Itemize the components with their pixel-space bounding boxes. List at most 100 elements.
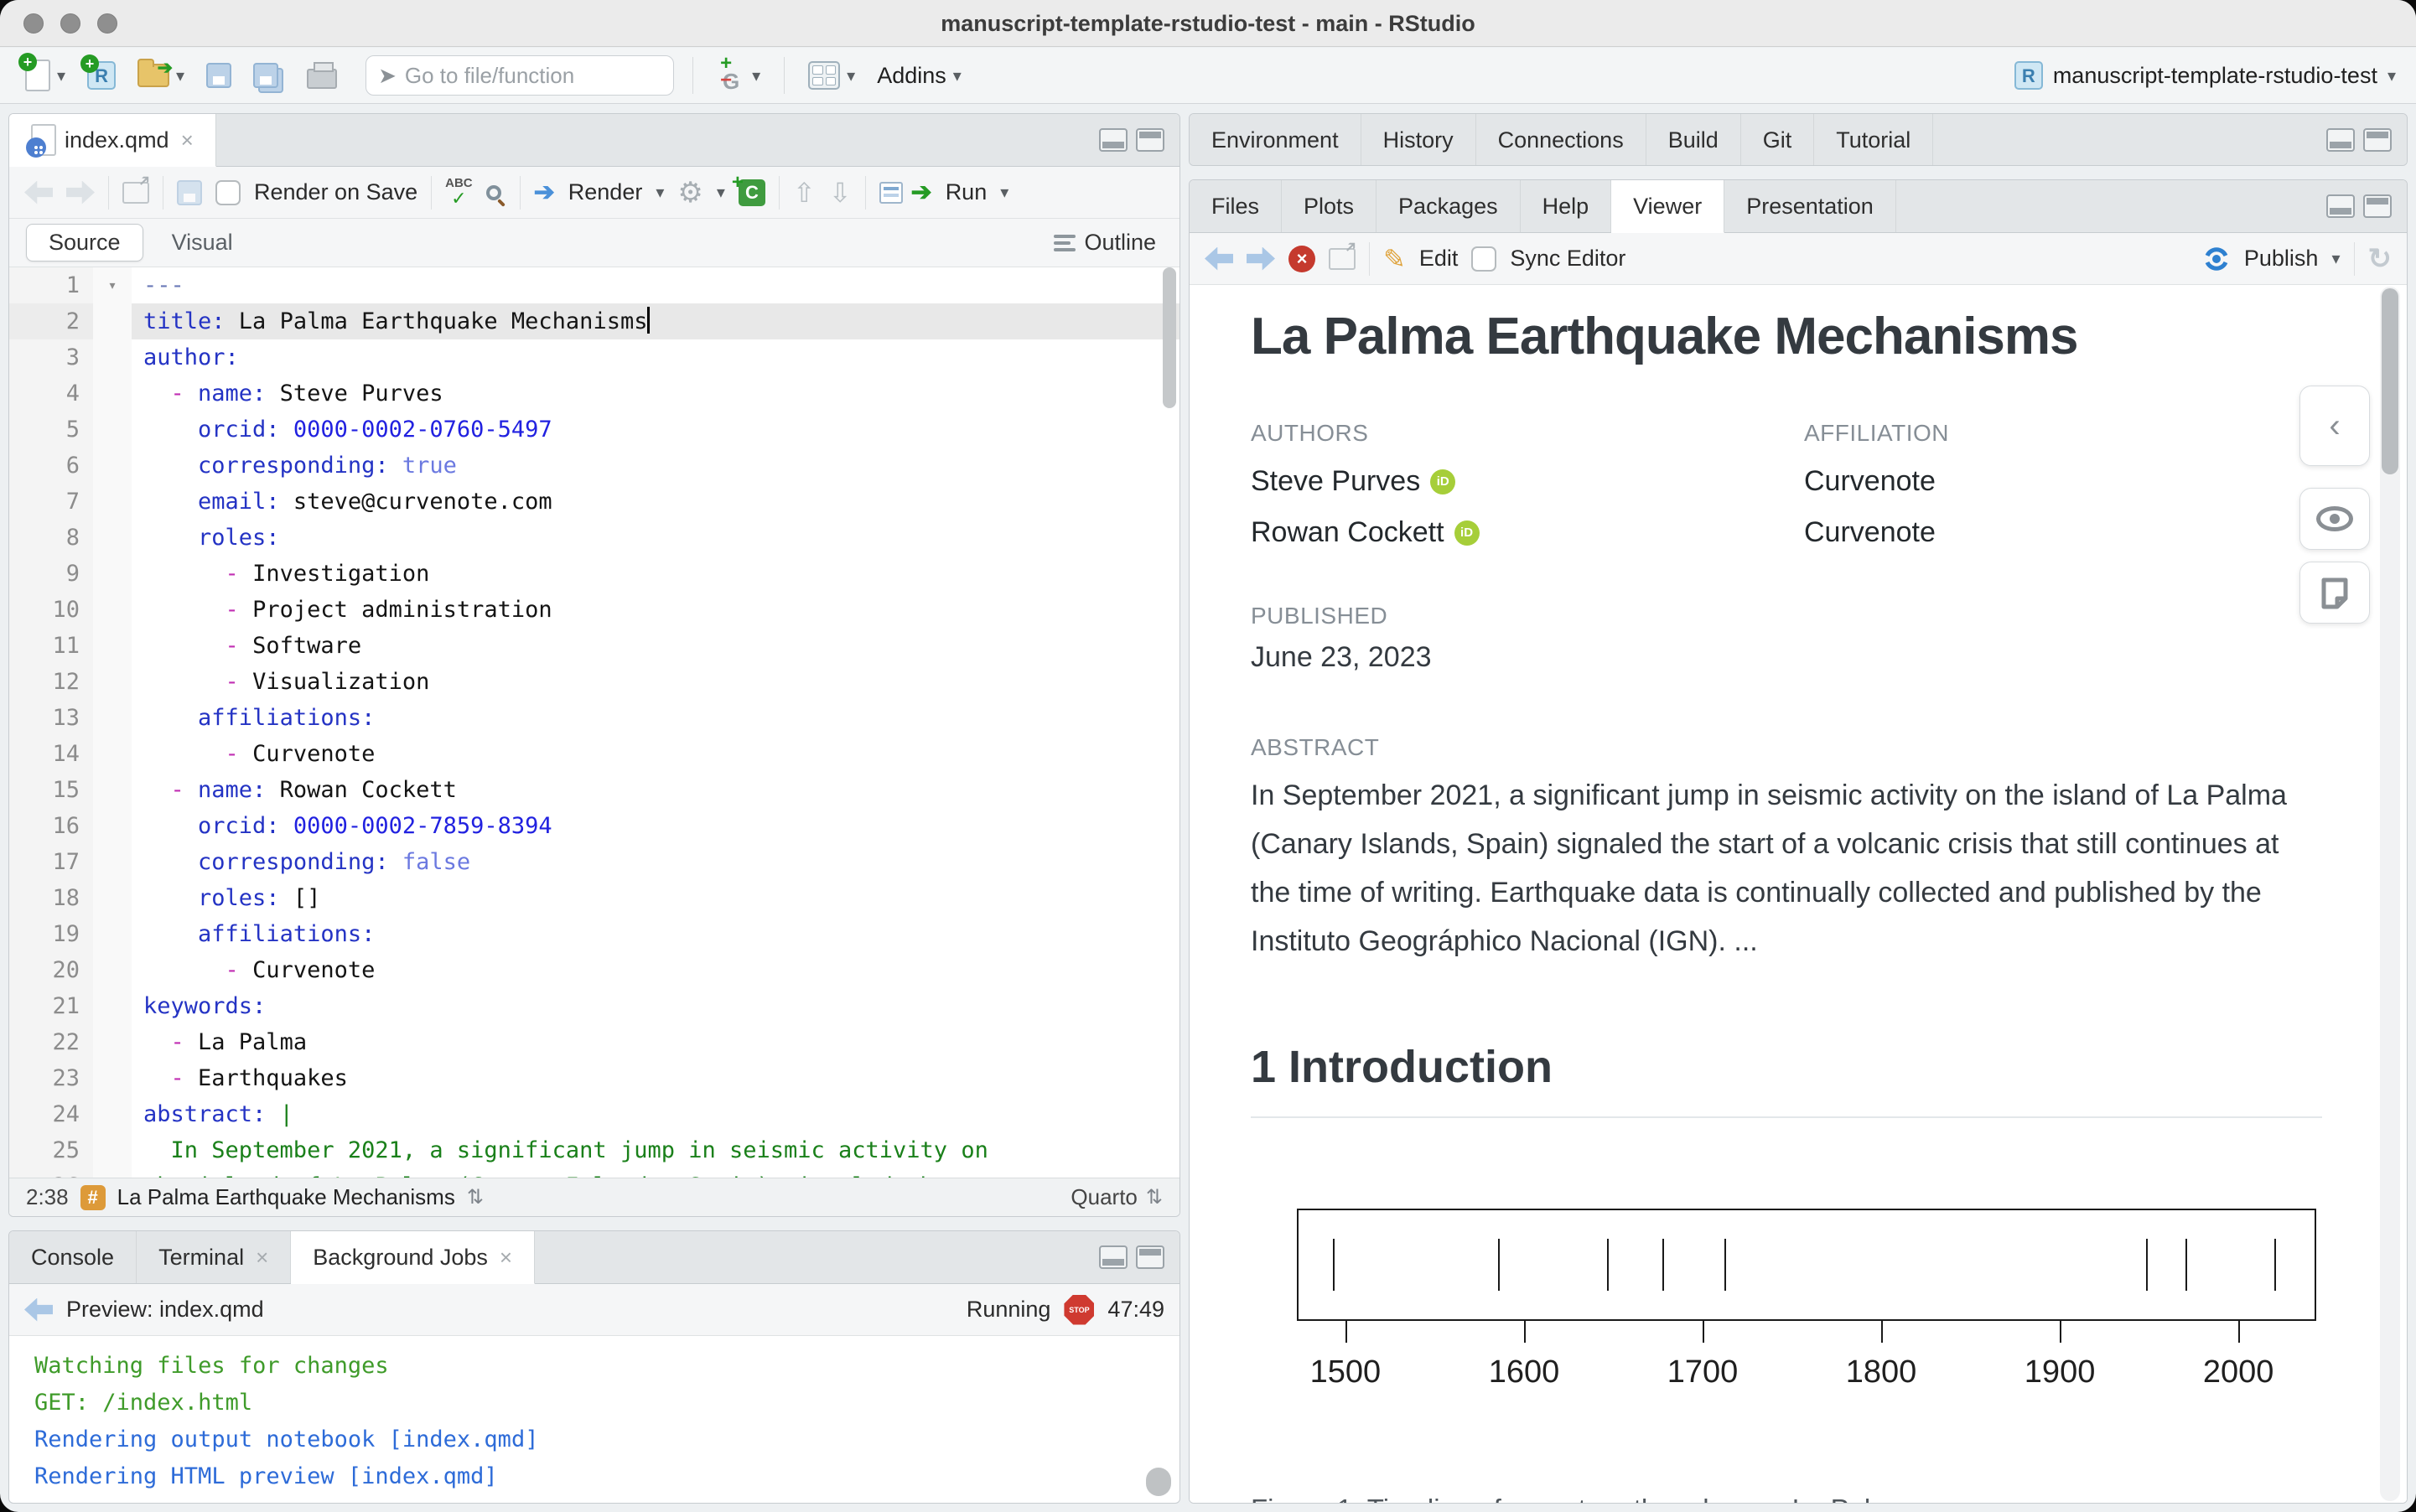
viewer-open-in-new-window-icon[interactable] — [1329, 248, 1356, 270]
outline-icon — [1054, 235, 1076, 251]
console-scrollbar[interactable] — [1146, 1468, 1171, 1496]
gear-caret-icon[interactable]: ▾ — [717, 182, 725, 203]
viewer-forward-icon[interactable] — [1247, 247, 1275, 271]
tab-label: Presentation — [1746, 194, 1874, 220]
tab-plots[interactable]: Plots — [1282, 180, 1376, 232]
find-replace-icon[interactable] — [486, 185, 501, 200]
open-file-button[interactable]: ➔ ▾ — [132, 60, 189, 91]
viewer-content[interactable]: La Palma Earthquake Mechanisms AUTHORSAF… — [1190, 285, 2407, 1503]
minimize-pane-icon[interactable] — [2326, 194, 2355, 218]
tab-help[interactable]: Help — [1521, 180, 1612, 232]
publish-caret-icon[interactable]: ▾ — [2331, 248, 2340, 269]
axis-tick-label: 1900 — [2001, 1354, 2118, 1390]
jobs-back-icon[interactable] — [24, 1298, 53, 1322]
version-control-caret-icon[interactable]: ▾ — [752, 65, 760, 86]
minimize-pane-icon[interactable] — [1099, 128, 1128, 152]
workspace-panes-button[interactable]: ▾ — [803, 58, 860, 93]
tab-packages[interactable]: Packages — [1376, 180, 1521, 232]
new-file-button[interactable]: + ▾ — [20, 56, 70, 95]
maximize-pane-icon[interactable] — [1136, 1245, 1164, 1269]
orcid-icon[interactable]: iD — [1430, 469, 1455, 495]
version-control-button[interactable]: G+− ▾ — [712, 55, 765, 96]
goto-file-function-input[interactable]: ➤ Go to file/function — [366, 55, 674, 96]
open-file-caret-icon[interactable]: ▾ — [176, 65, 184, 86]
section-jump-menu[interactable]: La Palma Earthquake Mechanisms — [117, 1184, 455, 1210]
code-editor[interactable]: 1▾---2title: La Palma Earthquake Mechani… — [9, 267, 1179, 1178]
open-in-new-window-icon[interactable] — [122, 182, 149, 204]
new-file-caret-icon[interactable]: ▾ — [57, 65, 65, 86]
tab-viewer[interactable]: Viewer — [1611, 180, 1724, 233]
render-on-save-checkbox[interactable] — [215, 180, 241, 205]
maximize-pane-icon[interactable] — [1136, 128, 1164, 152]
run-next-icon[interactable]: ⇩ — [829, 177, 852, 209]
tab-history[interactable]: History — [1361, 114, 1476, 166]
minimize-pane-icon[interactable] — [2326, 128, 2355, 152]
code-token: roles: — [198, 885, 280, 911]
fold-gutter — [93, 916, 132, 952]
editor-scrollbar[interactable] — [1163, 267, 1176, 408]
new-project-button[interactable]: R+ — [82, 58, 121, 93]
stop-job-icon[interactable]: STOP — [1064, 1295, 1094, 1325]
tab-presentation[interactable]: Presentation — [1724, 180, 1896, 232]
tab-tutorial[interactable]: Tutorial — [1814, 114, 1933, 166]
print-button[interactable] — [302, 59, 342, 92]
run-button[interactable]: Run — [946, 179, 988, 205]
maximize-pane-icon[interactable] — [2363, 128, 2392, 152]
annotation-button[interactable] — [2299, 562, 2370, 624]
tab-connections[interactable]: Connections — [1476, 114, 1646, 166]
source-mode-button[interactable]: Source — [26, 224, 143, 261]
tab-build[interactable]: Build — [1646, 114, 1741, 166]
fold-arrow-icon[interactable]: ▾ — [93, 267, 132, 303]
orcid-icon[interactable]: iD — [1454, 520, 1480, 546]
tab-git[interactable]: Git — [1741, 114, 1815, 166]
maximize-pane-icon[interactable] — [2363, 194, 2392, 218]
published-label: PUBLISHED — [1251, 603, 2315, 629]
sync-editor-checkbox[interactable] — [1471, 246, 1496, 272]
run-previous-icon[interactable]: ⇧ — [793, 177, 816, 209]
insert-chunk-icon[interactable]: C — [739, 179, 765, 206]
code-text: - Investigation — [132, 556, 1179, 592]
viewer-back-icon[interactable] — [1205, 247, 1233, 271]
code-token: name: — [198, 381, 266, 406]
back-icon[interactable] — [24, 181, 53, 205]
tab-environment[interactable]: Environment — [1190, 114, 1361, 166]
minimize-pane-icon[interactable] — [1099, 1245, 1128, 1269]
tab-background-jobs[interactable]: Background Jobs× — [291, 1231, 535, 1284]
close-tab-icon[interactable]: × — [256, 1245, 268, 1271]
tab-label: Packages — [1398, 194, 1498, 220]
viewer-scrollbar-thumb[interactable] — [2382, 288, 2398, 474]
tab-console[interactable]: Console — [9, 1231, 137, 1283]
window-title: manuscript-template-rstudio-test - main … — [0, 0, 2416, 47]
render-button[interactable]: Render — [568, 179, 643, 205]
forward-icon[interactable] — [66, 181, 95, 205]
refresh-viewer-icon[interactable]: ↻ — [2368, 242, 2393, 276]
close-tab-icon[interactable]: × — [181, 127, 194, 153]
job-output[interactable]: Watching files for changesGET: /index.ht… — [9, 1336, 1179, 1503]
spellcheck-icon[interactable]: ABC✓ — [445, 177, 473, 208]
collapse-panel-button[interactable]: ‹ — [2299, 386, 2370, 466]
outline-button[interactable]: Outline — [1054, 230, 1163, 256]
run-caret-icon[interactable]: ▾ — [1000, 182, 1008, 203]
visibility-button[interactable] — [2299, 488, 2370, 550]
visual-mode-button[interactable]: Visual — [150, 225, 255, 261]
close-tab-icon[interactable]: × — [500, 1245, 512, 1271]
publish-button[interactable]: Publish — [2244, 246, 2319, 272]
line-number: 12 — [9, 664, 93, 700]
render-caret-icon[interactable]: ▾ — [656, 182, 664, 203]
tab-index-qmd[interactable]: index.qmd × — [9, 114, 216, 167]
gear-icon[interactable]: ⚙ — [677, 176, 703, 210]
tab-files[interactable]: Files — [1190, 180, 1282, 232]
project-menu-button[interactable]: R manuscript-template-rstudio-test ▾ — [2014, 61, 2396, 90]
clear-viewer-icon[interactable]: × — [1288, 246, 1315, 272]
tab-terminal[interactable]: Terminal× — [137, 1231, 291, 1283]
author-name-text: Steve Purves — [1251, 465, 1420, 498]
save-file-icon[interactable] — [177, 180, 202, 205]
save-button[interactable] — [201, 60, 236, 91]
save-all-button[interactable] — [248, 60, 290, 91]
fold-gutter — [93, 520, 132, 556]
edit-button[interactable]: Edit — [1419, 246, 1459, 272]
code-line: 7 email: steve@curvenote.com — [9, 484, 1179, 520]
panes-caret-icon[interactable]: ▾ — [847, 65, 855, 86]
file-type-menu[interactable]: Quarto — [1071, 1184, 1138, 1210]
addins-button[interactable]: Addins ▾ — [872, 60, 967, 92]
